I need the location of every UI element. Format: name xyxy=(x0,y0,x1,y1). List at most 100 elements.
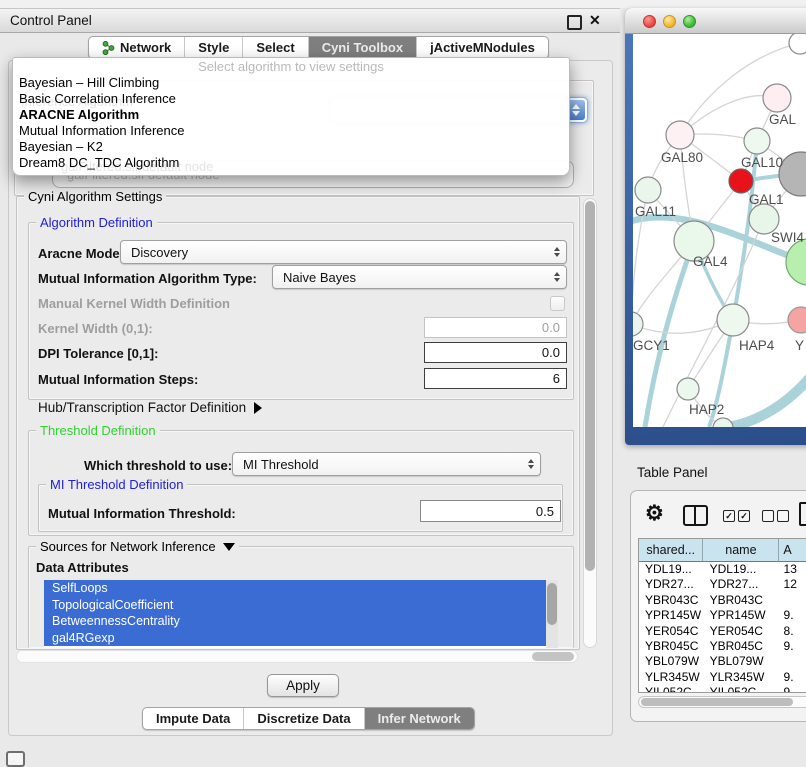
dropdown-option-basic-correlation[interactable]: Basic Correlation Inference xyxy=(19,91,176,107)
table-horizontal-scrollbar[interactable] xyxy=(638,696,806,708)
kernel-width-field[interactable]: 0.0 xyxy=(424,317,567,338)
tab-select[interactable]: Select xyxy=(243,37,308,58)
tab-network[interactable]: Network xyxy=(89,37,185,58)
cell[interactable]: YBR043C xyxy=(704,593,780,608)
collapsed-arrow-icon[interactable] xyxy=(254,402,262,414)
table-row[interactable]: YBL079W YBL079W xyxy=(639,654,806,669)
cell[interactable]: YIL052C xyxy=(704,685,780,693)
deselect-all-checkbox-icon[interactable] xyxy=(777,510,789,522)
tab-impute-data[interactable]: Impute Data xyxy=(143,708,244,729)
table-row[interactable]: YER054C YER054C 8. xyxy=(639,624,806,639)
split-columns-icon[interactable] xyxy=(683,505,708,526)
aracne-mode-combobox[interactable]: Discovery xyxy=(120,240,567,264)
float-window-icon[interactable] xyxy=(567,15,582,30)
table-row[interactable]: YLR345W YLR345W 9. xyxy=(639,670,806,685)
control-panel-titlebar[interactable]: Control Panel ✕ xyxy=(0,8,620,33)
cell[interactable]: YDR27... xyxy=(704,577,780,592)
network-node-salmon[interactable] xyxy=(788,307,806,333)
cell[interactable]: YDL19... xyxy=(639,562,704,577)
tab-discretize-data[interactable]: Discretize Data xyxy=(244,708,364,729)
cell[interactable]: YPR145W xyxy=(639,608,704,623)
deselect-all-checkbox-icon[interactable] xyxy=(762,510,774,522)
cell[interactable]: YIL052C xyxy=(639,685,704,693)
network-node-gal80[interactable] xyxy=(666,121,694,149)
apply-button[interactable]: Apply xyxy=(267,674,339,697)
hub-definition-section[interactable]: Hub/Transcription Factor Definition xyxy=(38,400,262,415)
cell[interactable]: YDL19... xyxy=(704,562,780,577)
list-item-selfloops[interactable]: SelfLoops xyxy=(44,580,546,597)
settings-vertical-scrollbar[interactable] xyxy=(583,198,597,648)
cell[interactable]: YPR145W xyxy=(704,608,780,623)
network-node-red[interactable] xyxy=(729,169,753,193)
list-item-gal4rgexp[interactable]: gal4RGexp xyxy=(44,630,546,647)
network-canvas[interactable]: GAL GAL80 GAL10 GAL1 GAL11 SWI4 GAL4 GCY… xyxy=(633,34,806,427)
cell[interactable]: YBL079W xyxy=(639,654,704,669)
expanded-arrow-icon[interactable] xyxy=(223,543,235,551)
dropdown-option-bayesian-hill-climbing[interactable]: Bayesian – Hill Climbing xyxy=(19,75,159,91)
cell[interactable]: 9. xyxy=(780,608,806,623)
horizontal-scrollbar-thumb[interactable] xyxy=(532,652,574,661)
cell[interactable] xyxy=(780,654,806,669)
cell[interactable] xyxy=(780,593,806,608)
vertical-scrollbar-thumb[interactable] xyxy=(585,201,595,571)
network-node-hap4[interactable] xyxy=(717,304,749,336)
network-node-gal10[interactable] xyxy=(744,128,770,154)
table-row[interactable]: YIL052C YIL052C 9 xyxy=(639,685,806,693)
tab-style[interactable]: Style xyxy=(185,37,243,58)
network-node-hap2[interactable] xyxy=(677,378,699,400)
dropdown-option-mutual-information[interactable]: Mutual Information Inference xyxy=(19,123,184,139)
cell[interactable]: 9 xyxy=(780,685,806,693)
tab-jactivemnodules[interactable]: jActiveMNodules xyxy=(417,37,548,58)
dropdown-option-dream8[interactable]: Dream8 DC_TDC Algorithm xyxy=(19,155,179,171)
network-node-gcy1[interactable] xyxy=(633,312,643,336)
mi-threshold-field[interactable]: 0.5 xyxy=(420,500,561,522)
tab-cyni-toolbox[interactable]: Cyni Toolbox xyxy=(309,37,417,58)
close-icon[interactable]: ✕ xyxy=(589,12,601,29)
gear-icon[interactable]: ⚙ xyxy=(645,501,664,526)
dropdown-option-bayesian-k2[interactable]: Bayesian – K2 xyxy=(19,139,103,155)
mi-algorithm-type-combobox[interactable]: Naive Bayes xyxy=(272,265,567,289)
settings-horizontal-scrollbar[interactable] xyxy=(16,650,578,663)
column-header-shared-name[interactable]: shared... xyxy=(639,539,703,562)
manual-kernel-checkbox[interactable] xyxy=(550,296,565,311)
dpi-tolerance-field[interactable]: 0.0 xyxy=(424,342,567,363)
cell[interactable]: 12 xyxy=(780,577,806,592)
tab-infer-network[interactable]: Infer Network xyxy=(365,708,474,729)
select-all-checkbox-icon[interactable]: ✓ xyxy=(738,510,750,522)
cell[interactable]: YLR345W xyxy=(639,670,704,685)
cell[interactable]: 9. xyxy=(780,639,806,654)
network-node-bright-green[interactable] xyxy=(786,239,806,285)
zoom-traffic-light[interactable] xyxy=(683,15,696,28)
cell[interactable]: YER054C xyxy=(704,624,780,639)
mi-steps-field[interactable]: 6 xyxy=(424,368,567,389)
which-threshold-combobox[interactable]: MI Threshold xyxy=(232,452,541,476)
grid-corner-icon[interactable] xyxy=(6,751,25,767)
table-scrollbar-thumb[interactable] xyxy=(641,698,793,706)
table-row[interactable]: YPR145W YPR145W 9. xyxy=(639,608,806,623)
cell[interactable]: YBL079W xyxy=(704,654,780,669)
column-header-name[interactable]: name xyxy=(703,539,779,562)
cell[interactable]: 9. xyxy=(780,670,806,685)
table-row[interactable]: YDL19... YDL19... 13 xyxy=(639,562,806,577)
data-attributes-list[interactable]: SelfLoops TopologicalCoefficient Between… xyxy=(44,580,558,648)
select-all-checkbox-icon[interactable]: ✓ xyxy=(723,510,735,522)
cell[interactable]: YBR045C xyxy=(639,639,704,654)
table-row[interactable]: YDR27... YDR27... 12 xyxy=(639,577,806,592)
close-traffic-light[interactable] xyxy=(643,15,656,28)
network-node-gal11[interactable] xyxy=(635,177,661,203)
network-node-pink-top[interactable] xyxy=(763,84,791,112)
column-header-third[interactable]: A xyxy=(779,539,806,562)
table-row[interactable]: YBR043C YBR043C xyxy=(639,593,806,608)
minimize-traffic-light[interactable] xyxy=(663,15,676,28)
list-item-betweennesscentrality[interactable]: BetweennessCentrality xyxy=(44,613,546,630)
cell[interactable]: YLR345W xyxy=(704,670,780,685)
network-window-titlebar[interactable] xyxy=(625,8,806,34)
cell[interactable]: YBR043C xyxy=(639,593,704,608)
cell[interactable]: YER054C xyxy=(639,624,704,639)
cell[interactable]: YDR27... xyxy=(639,577,704,592)
list-item-topologicalcoefficient[interactable]: TopologicalCoefficient xyxy=(44,597,546,614)
list-scrollbar[interactable] xyxy=(546,580,558,648)
cell[interactable]: 8. xyxy=(780,624,806,639)
network-node-bottom[interactable] xyxy=(713,418,733,427)
table-row[interactable]: YBR045C YBR045C 9. xyxy=(639,639,806,654)
